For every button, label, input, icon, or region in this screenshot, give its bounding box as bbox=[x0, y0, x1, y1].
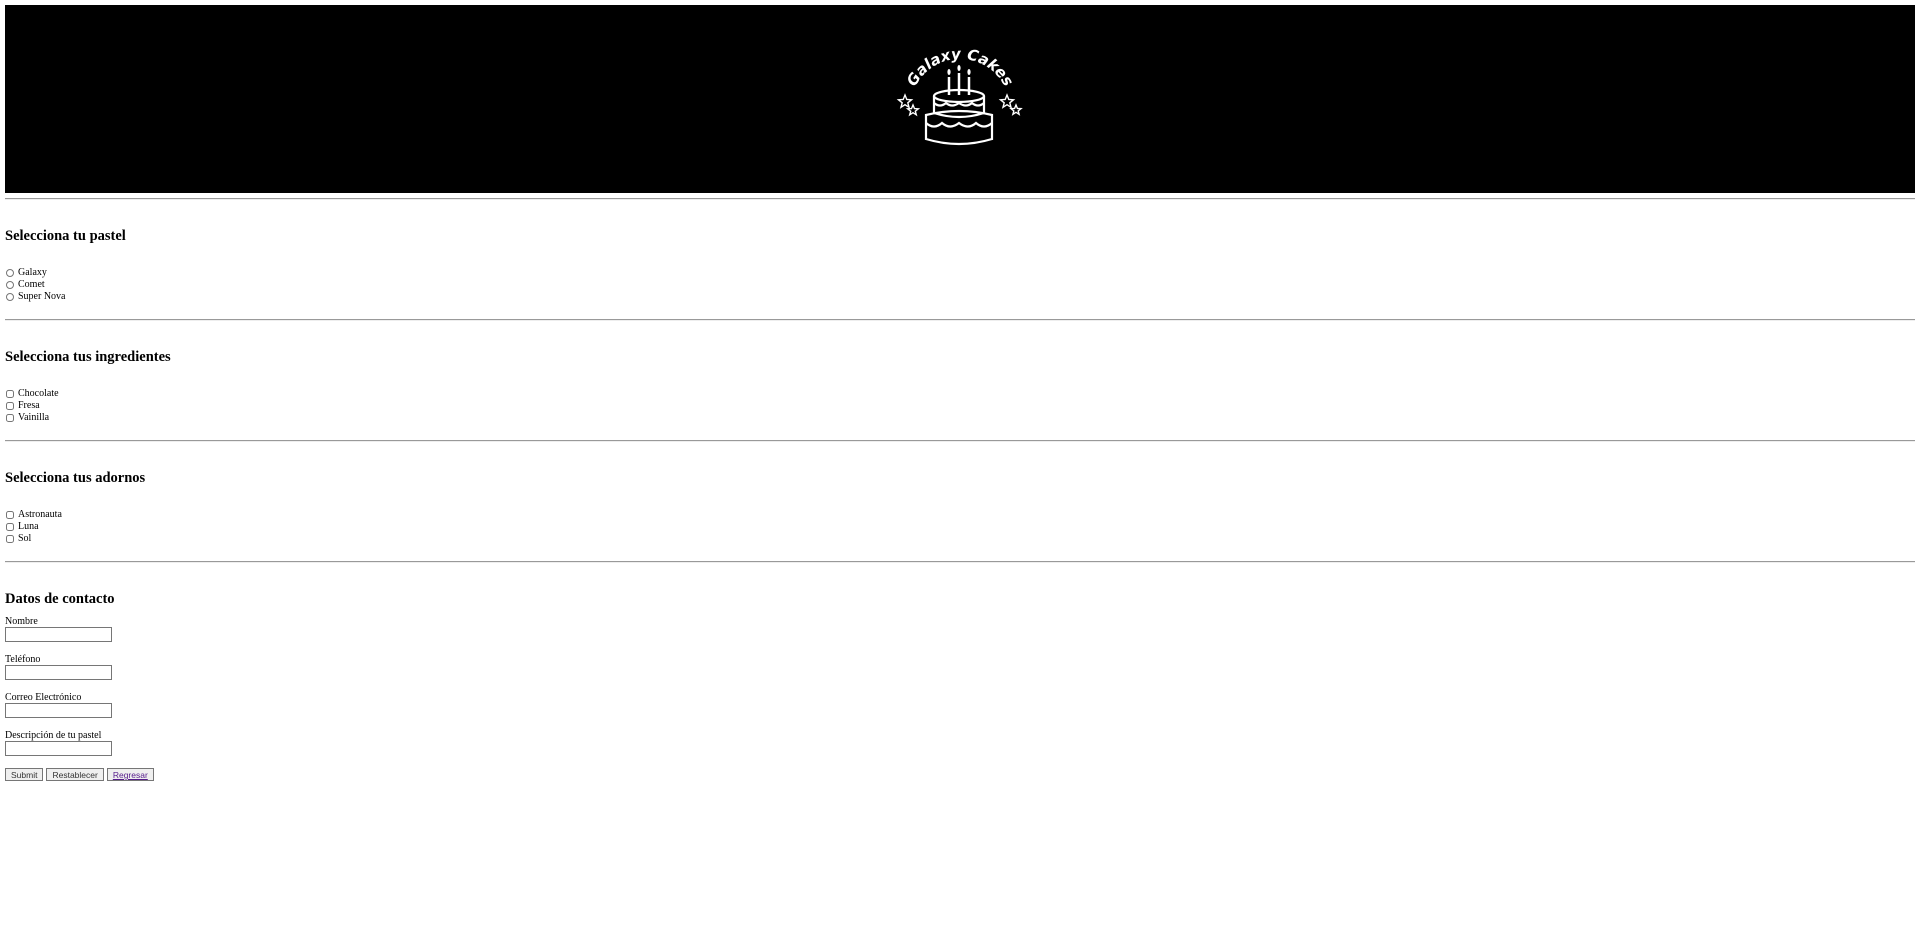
option-label: Vainilla bbox=[18, 412, 50, 423]
descripcion-input[interactable] bbox=[5, 741, 112, 756]
divider bbox=[5, 561, 1915, 563]
correo-input[interactable] bbox=[5, 703, 112, 718]
section-title-ingredientes: Selecciona tus ingredientes bbox=[5, 349, 171, 365]
option-astronauta[interactable]: Astronauta bbox=[5, 509, 1915, 521]
telefono-input[interactable] bbox=[5, 665, 112, 680]
field-nombre: Nombre bbox=[5, 616, 1915, 642]
section-contacto: Datos de contacto Nombre Teléfono Correo… bbox=[5, 591, 1915, 781]
checkbox-chocolate[interactable] bbox=[6, 390, 14, 398]
field-correo: Correo Electrónico bbox=[5, 692, 1915, 718]
section-title-pastel: Selecciona tu pastel bbox=[5, 228, 126, 244]
option-label: Fresa bbox=[18, 400, 40, 411]
section-title-adornos: Selecciona tus adornos bbox=[5, 470, 146, 486]
option-label: Luna bbox=[18, 521, 39, 532]
birthday-cake-icon: Galaxy Cakes bbox=[896, 45, 1023, 146]
divider bbox=[5, 198, 1915, 200]
option-label: Galaxy bbox=[18, 267, 47, 278]
form-buttons: Submit Restablecer Regresar bbox=[5, 768, 1915, 781]
option-label: Chocolate bbox=[18, 388, 59, 399]
checkbox-astronauta[interactable] bbox=[6, 511, 14, 519]
submit-button[interactable]: Submit bbox=[5, 768, 44, 781]
option-chocolate[interactable]: Chocolate bbox=[5, 388, 1915, 400]
section-title-contacto: Datos de contacto bbox=[5, 591, 115, 607]
nombre-input[interactable] bbox=[5, 627, 112, 642]
radio-super-nova[interactable] bbox=[6, 293, 14, 301]
section-ingredientes: Selecciona tus ingredientes Chocolate Fr… bbox=[5, 349, 1915, 435]
checkbox-luna[interactable] bbox=[6, 523, 14, 531]
option-galaxy[interactable]: Galaxy bbox=[5, 267, 1915, 279]
checkbox-fresa[interactable] bbox=[6, 402, 14, 410]
option-super-nova[interactable]: Super Nova bbox=[5, 291, 1915, 303]
option-sol[interactable]: Sol bbox=[5, 533, 1915, 545]
option-comet[interactable]: Comet bbox=[5, 279, 1915, 291]
logo: Galaxy Cakes bbox=[893, 43, 1027, 155]
section-adornos: Selecciona tus adornos Astronauta Luna S… bbox=[5, 470, 1915, 556]
section-pastel: Selecciona tu pastel Galaxy Comet Super … bbox=[5, 228, 1915, 314]
radio-galaxy[interactable] bbox=[6, 269, 14, 277]
option-label: Comet bbox=[18, 279, 45, 290]
checkbox-sol[interactable] bbox=[6, 535, 14, 543]
option-label: Super Nova bbox=[18, 291, 66, 302]
divider bbox=[5, 319, 1915, 321]
field-descripcion: Descripción de tu pastel bbox=[5, 730, 1915, 756]
field-label-correo: Correo Electrónico bbox=[5, 692, 82, 703]
back-button[interactable]: Regresar bbox=[106, 768, 154, 781]
option-fresa[interactable]: Fresa bbox=[5, 400, 1915, 412]
option-label: Astronauta bbox=[18, 509, 62, 520]
divider bbox=[5, 440, 1915, 442]
page: Galaxy Cakes Selecciona tu pastel Galaxy… bbox=[0, 0, 1920, 781]
back-link[interactable]: Regresar bbox=[113, 770, 148, 780]
option-luna[interactable]: Luna bbox=[5, 521, 1915, 533]
radio-comet[interactable] bbox=[6, 281, 14, 289]
option-vainilla[interactable]: Vainilla bbox=[5, 412, 1915, 424]
checkbox-vainilla[interactable] bbox=[6, 414, 14, 422]
header-banner: Galaxy Cakes bbox=[5, 5, 1915, 193]
field-telefono: Teléfono bbox=[5, 654, 1915, 680]
field-label-nombre: Nombre bbox=[5, 616, 38, 627]
reset-button[interactable]: Restablecer bbox=[46, 768, 104, 781]
field-label-descripcion: Descripción de tu pastel bbox=[5, 730, 102, 741]
field-label-telefono: Teléfono bbox=[5, 654, 41, 665]
option-label: Sol bbox=[18, 533, 32, 544]
